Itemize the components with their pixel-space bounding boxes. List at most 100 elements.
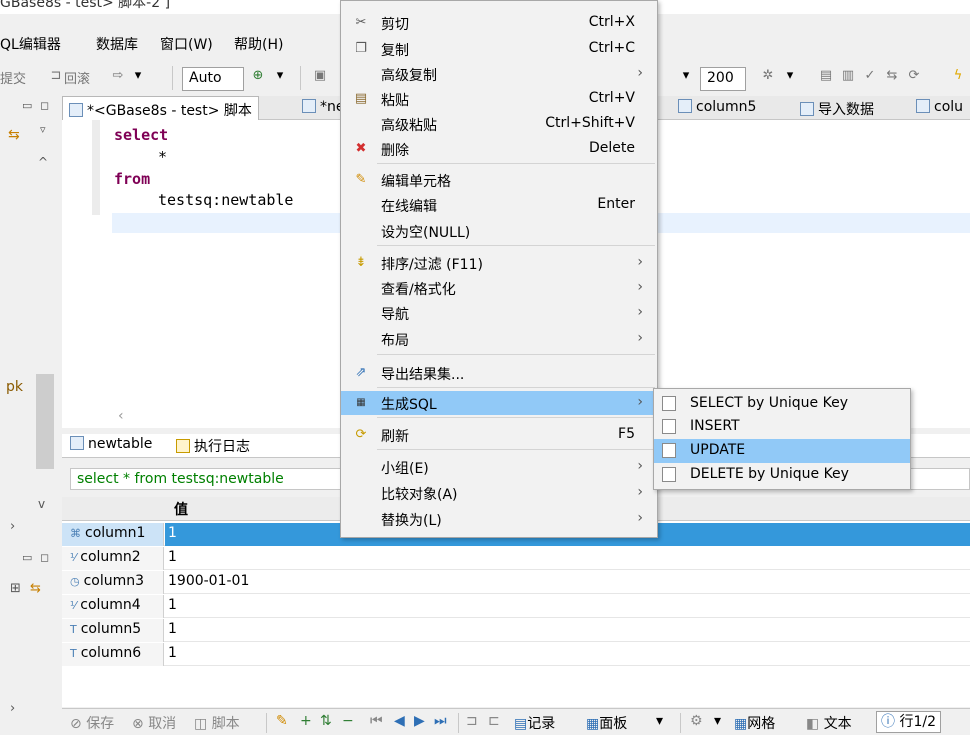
menu-item-advanced-paste[interactable]: 高级粘贴 Ctrl+Shift+V bbox=[341, 112, 657, 136]
text-toggle[interactable]: ◧ 文本 bbox=[806, 713, 852, 733]
menu-item-copy[interactable]: ❐ 复制 Ctrl+C bbox=[341, 37, 657, 61]
format-icon[interactable]: ⇆ bbox=[884, 68, 900, 84]
editor-hscroll[interactable]: ‹ bbox=[110, 408, 350, 428]
menu-help[interactable]: 帮助(H) bbox=[234, 34, 283, 54]
minimize-icon[interactable]: ▭ bbox=[22, 99, 32, 112]
row-name[interactable]: Tcolumn6 bbox=[62, 643, 164, 666]
menu-item-delete[interactable]: ✖ 删除 Delete bbox=[341, 137, 657, 161]
expand-icon[interactable]: › bbox=[10, 519, 15, 534]
expand-icon[interactable]: › bbox=[10, 701, 15, 716]
link-icon[interactable]: ⇆ bbox=[30, 581, 41, 596]
scroll-down-icon[interactable]: v bbox=[38, 497, 45, 511]
check-icon[interactable]: ✓ bbox=[862, 68, 878, 84]
chevron-down-icon[interactable]: ▾ bbox=[782, 68, 798, 84]
submenu-item-select[interactable]: SELECT by Unique Key bbox=[654, 392, 910, 416]
database-icon[interactable]: ▣ bbox=[312, 68, 328, 84]
transaction-icon[interactable]: ⇨ bbox=[110, 68, 126, 84]
table-row[interactable]: Tcolumn6 1 bbox=[62, 643, 970, 666]
chevron-down-icon[interactable]: ▾ bbox=[272, 68, 288, 84]
row-value[interactable]: 1 bbox=[168, 525, 177, 541]
row-limit-input[interactable]: 200 bbox=[700, 67, 746, 91]
menu-item-sort-filter[interactable]: ⇟ 排序/过滤 (F11) › bbox=[341, 251, 657, 275]
next-page-icon[interactable]: ▶ bbox=[414, 713, 425, 729]
menu-item-export[interactable]: ⇗ 导出结果集... bbox=[341, 361, 657, 385]
row-name[interactable]: ◷ column3 bbox=[62, 571, 164, 594]
row-value[interactable]: 1 bbox=[168, 597, 177, 613]
menu-database[interactable]: 数据库 bbox=[96, 34, 138, 54]
tab-result-newtable[interactable]: newtable bbox=[70, 436, 152, 452]
scroll-up-icon[interactable]: ^ bbox=[38, 155, 48, 169]
view-menu-icon[interactable]: ▿ bbox=[40, 123, 46, 136]
cancel-button[interactable]: ⊗ 取消 bbox=[132, 713, 176, 733]
row-name[interactable]: ⌘ column1 bbox=[62, 523, 164, 546]
first-page-icon[interactable]: ⏮ bbox=[370, 713, 383, 729]
table-row[interactable]: ⅟ column2 1 bbox=[62, 547, 970, 570]
row-value[interactable]: 1 bbox=[168, 645, 177, 661]
menu-item-paste[interactable]: ▤ 粘贴 Ctrl+V bbox=[341, 87, 657, 111]
save-as-icon[interactable]: ▥ bbox=[840, 68, 856, 84]
tab-script[interactable]: *<GBase8s - test> 脚本 bbox=[62, 96, 259, 120]
menu-item-set-null[interactable]: 设为空(NULL) bbox=[341, 219, 657, 243]
chevron-down-icon[interactable]: ▾ bbox=[130, 68, 146, 84]
tab-import-data[interactable]: 导入数据 bbox=[794, 96, 880, 120]
script-button[interactable]: ◫ 脚本 bbox=[194, 713, 240, 733]
row-name[interactable]: ⅟ column4 bbox=[62, 595, 164, 618]
delete-row-icon[interactable]: − bbox=[342, 713, 354, 729]
save-button[interactable]: ⊘ 保存 bbox=[70, 713, 114, 733]
menu-item-generate-sql[interactable]: ▦ 生成SQL › bbox=[341, 391, 657, 415]
copy-row-icon[interactable]: ⇅ bbox=[320, 713, 332, 729]
menu-item-replace[interactable]: 替换为(L) › bbox=[341, 507, 657, 531]
gear-icon[interactable]: ⚙ bbox=[690, 713, 703, 729]
chevron-down-icon[interactable]: ▾ bbox=[714, 713, 721, 729]
link-icon[interactable]: ⇆ bbox=[8, 127, 20, 143]
menu-item-navigate[interactable]: 导航 › bbox=[341, 301, 657, 325]
filter-settings-icon[interactable]: ✲ bbox=[760, 68, 776, 84]
prev-page-icon[interactable]: ◀ bbox=[394, 713, 405, 729]
row-value[interactable]: 1 bbox=[168, 621, 177, 637]
tab-column5[interactable]: column5 bbox=[672, 96, 762, 120]
table-row[interactable]: ◷ column3 1900-01-01 bbox=[62, 571, 970, 594]
menu-item-view-format[interactable]: 查看/格式化 › bbox=[341, 276, 657, 300]
menu-item-refresh[interactable]: ⟳ 刷新 F5 bbox=[341, 423, 657, 447]
settings-icon[interactable]: ⊕ bbox=[250, 68, 266, 84]
edit-icon[interactable]: ✎ bbox=[276, 713, 288, 729]
value-column-header[interactable]: 值 bbox=[174, 499, 188, 519]
table-row[interactable]: Tcolumn5 1 bbox=[62, 619, 970, 642]
menu-item-cut[interactable]: ✂ 剪切 Ctrl+X bbox=[341, 11, 657, 35]
save-icon[interactable]: ▤ bbox=[818, 68, 834, 84]
maximize-icon[interactable]: ◻ bbox=[40, 551, 49, 564]
tab-column[interactable]: colu bbox=[910, 96, 969, 120]
row-name[interactable]: ⅟ column2 bbox=[62, 547, 164, 570]
refresh-icon[interactable]: ⟳ bbox=[906, 68, 922, 84]
commit-mode-select[interactable]: Auto bbox=[182, 67, 244, 91]
tab-execution-log[interactable]: 执行日志 bbox=[176, 436, 250, 456]
add-row-icon[interactable]: + bbox=[300, 713, 312, 729]
menu-item-advanced-copy[interactable]: 高级复制 › bbox=[341, 62, 657, 86]
scrollbar-thumb[interactable] bbox=[36, 374, 54, 469]
minimize-icon[interactable]: ▭ bbox=[22, 551, 32, 564]
submenu-item-update[interactable]: UPDATE bbox=[654, 439, 910, 463]
submenu-item-delete[interactable]: DELETE by Unique Key bbox=[654, 463, 910, 487]
grid-toggle[interactable]: ▦网格 bbox=[734, 713, 775, 733]
menu-sql-editor[interactable]: QL编辑器 bbox=[0, 34, 61, 54]
chevron-down-icon[interactable]: ▾ bbox=[678, 68, 694, 84]
table-row[interactable]: ⅟ column4 1 bbox=[62, 595, 970, 618]
commit-button[interactable]: 提交 bbox=[0, 68, 26, 87]
menu-item-edit-cell[interactable]: ✎ 编辑单元格 bbox=[341, 168, 657, 192]
row-value[interactable]: 1900-01-01 bbox=[168, 573, 249, 589]
panel-toggle[interactable]: ▦面板 bbox=[586, 713, 627, 733]
last-page-icon[interactable]: ⏭ bbox=[434, 713, 447, 729]
lightning-icon[interactable]: ϟ bbox=[950, 68, 966, 84]
fetch-icon[interactable]: ⊐ bbox=[466, 713, 478, 729]
menu-item-inline-edit[interactable]: 在线编辑 Enter bbox=[341, 193, 657, 217]
maximize-icon[interactable]: ◻ bbox=[40, 99, 49, 112]
row-name[interactable]: Tcolumn5 bbox=[62, 619, 164, 642]
menu-item-group[interactable]: 小组(E) › bbox=[341, 455, 657, 479]
row-value[interactable]: 1 bbox=[168, 549, 177, 565]
rollback-button[interactable]: 回滚 bbox=[64, 68, 90, 87]
fetch-all-icon[interactable]: ⊏ bbox=[488, 713, 500, 729]
submenu-item-insert[interactable]: INSERT bbox=[654, 415, 910, 439]
menu-item-compare[interactable]: 比较对象(A) › bbox=[341, 481, 657, 505]
scroll-left-icon[interactable]: ‹ bbox=[118, 408, 124, 424]
menu-window[interactable]: 窗口(W) bbox=[160, 34, 213, 54]
